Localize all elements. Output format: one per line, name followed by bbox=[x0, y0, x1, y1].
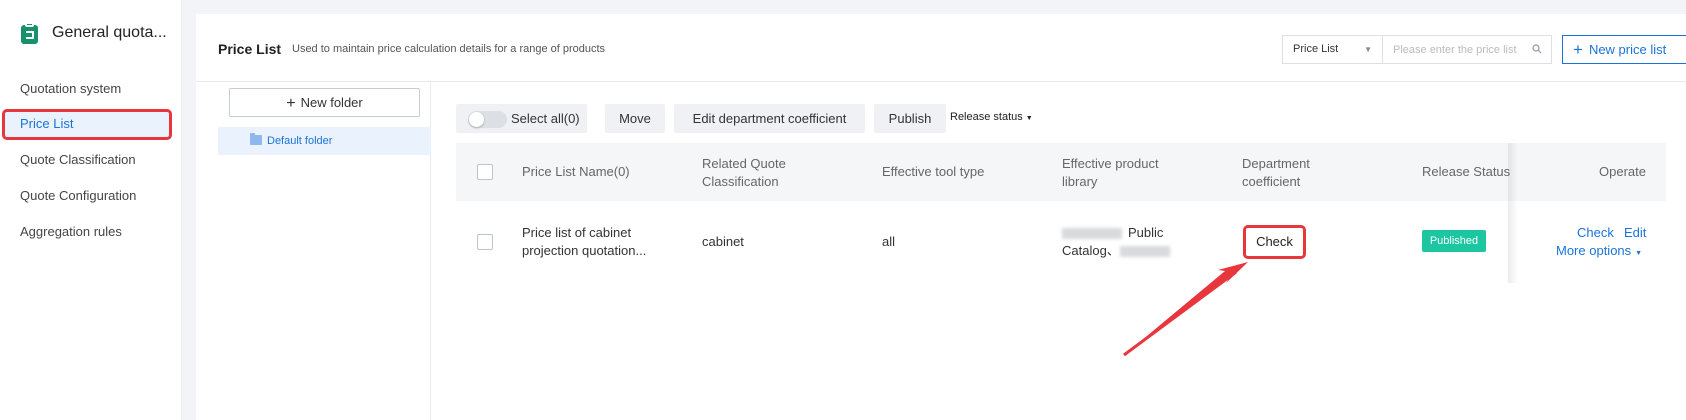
annotation-arrow-icon bbox=[1123, 262, 1248, 357]
